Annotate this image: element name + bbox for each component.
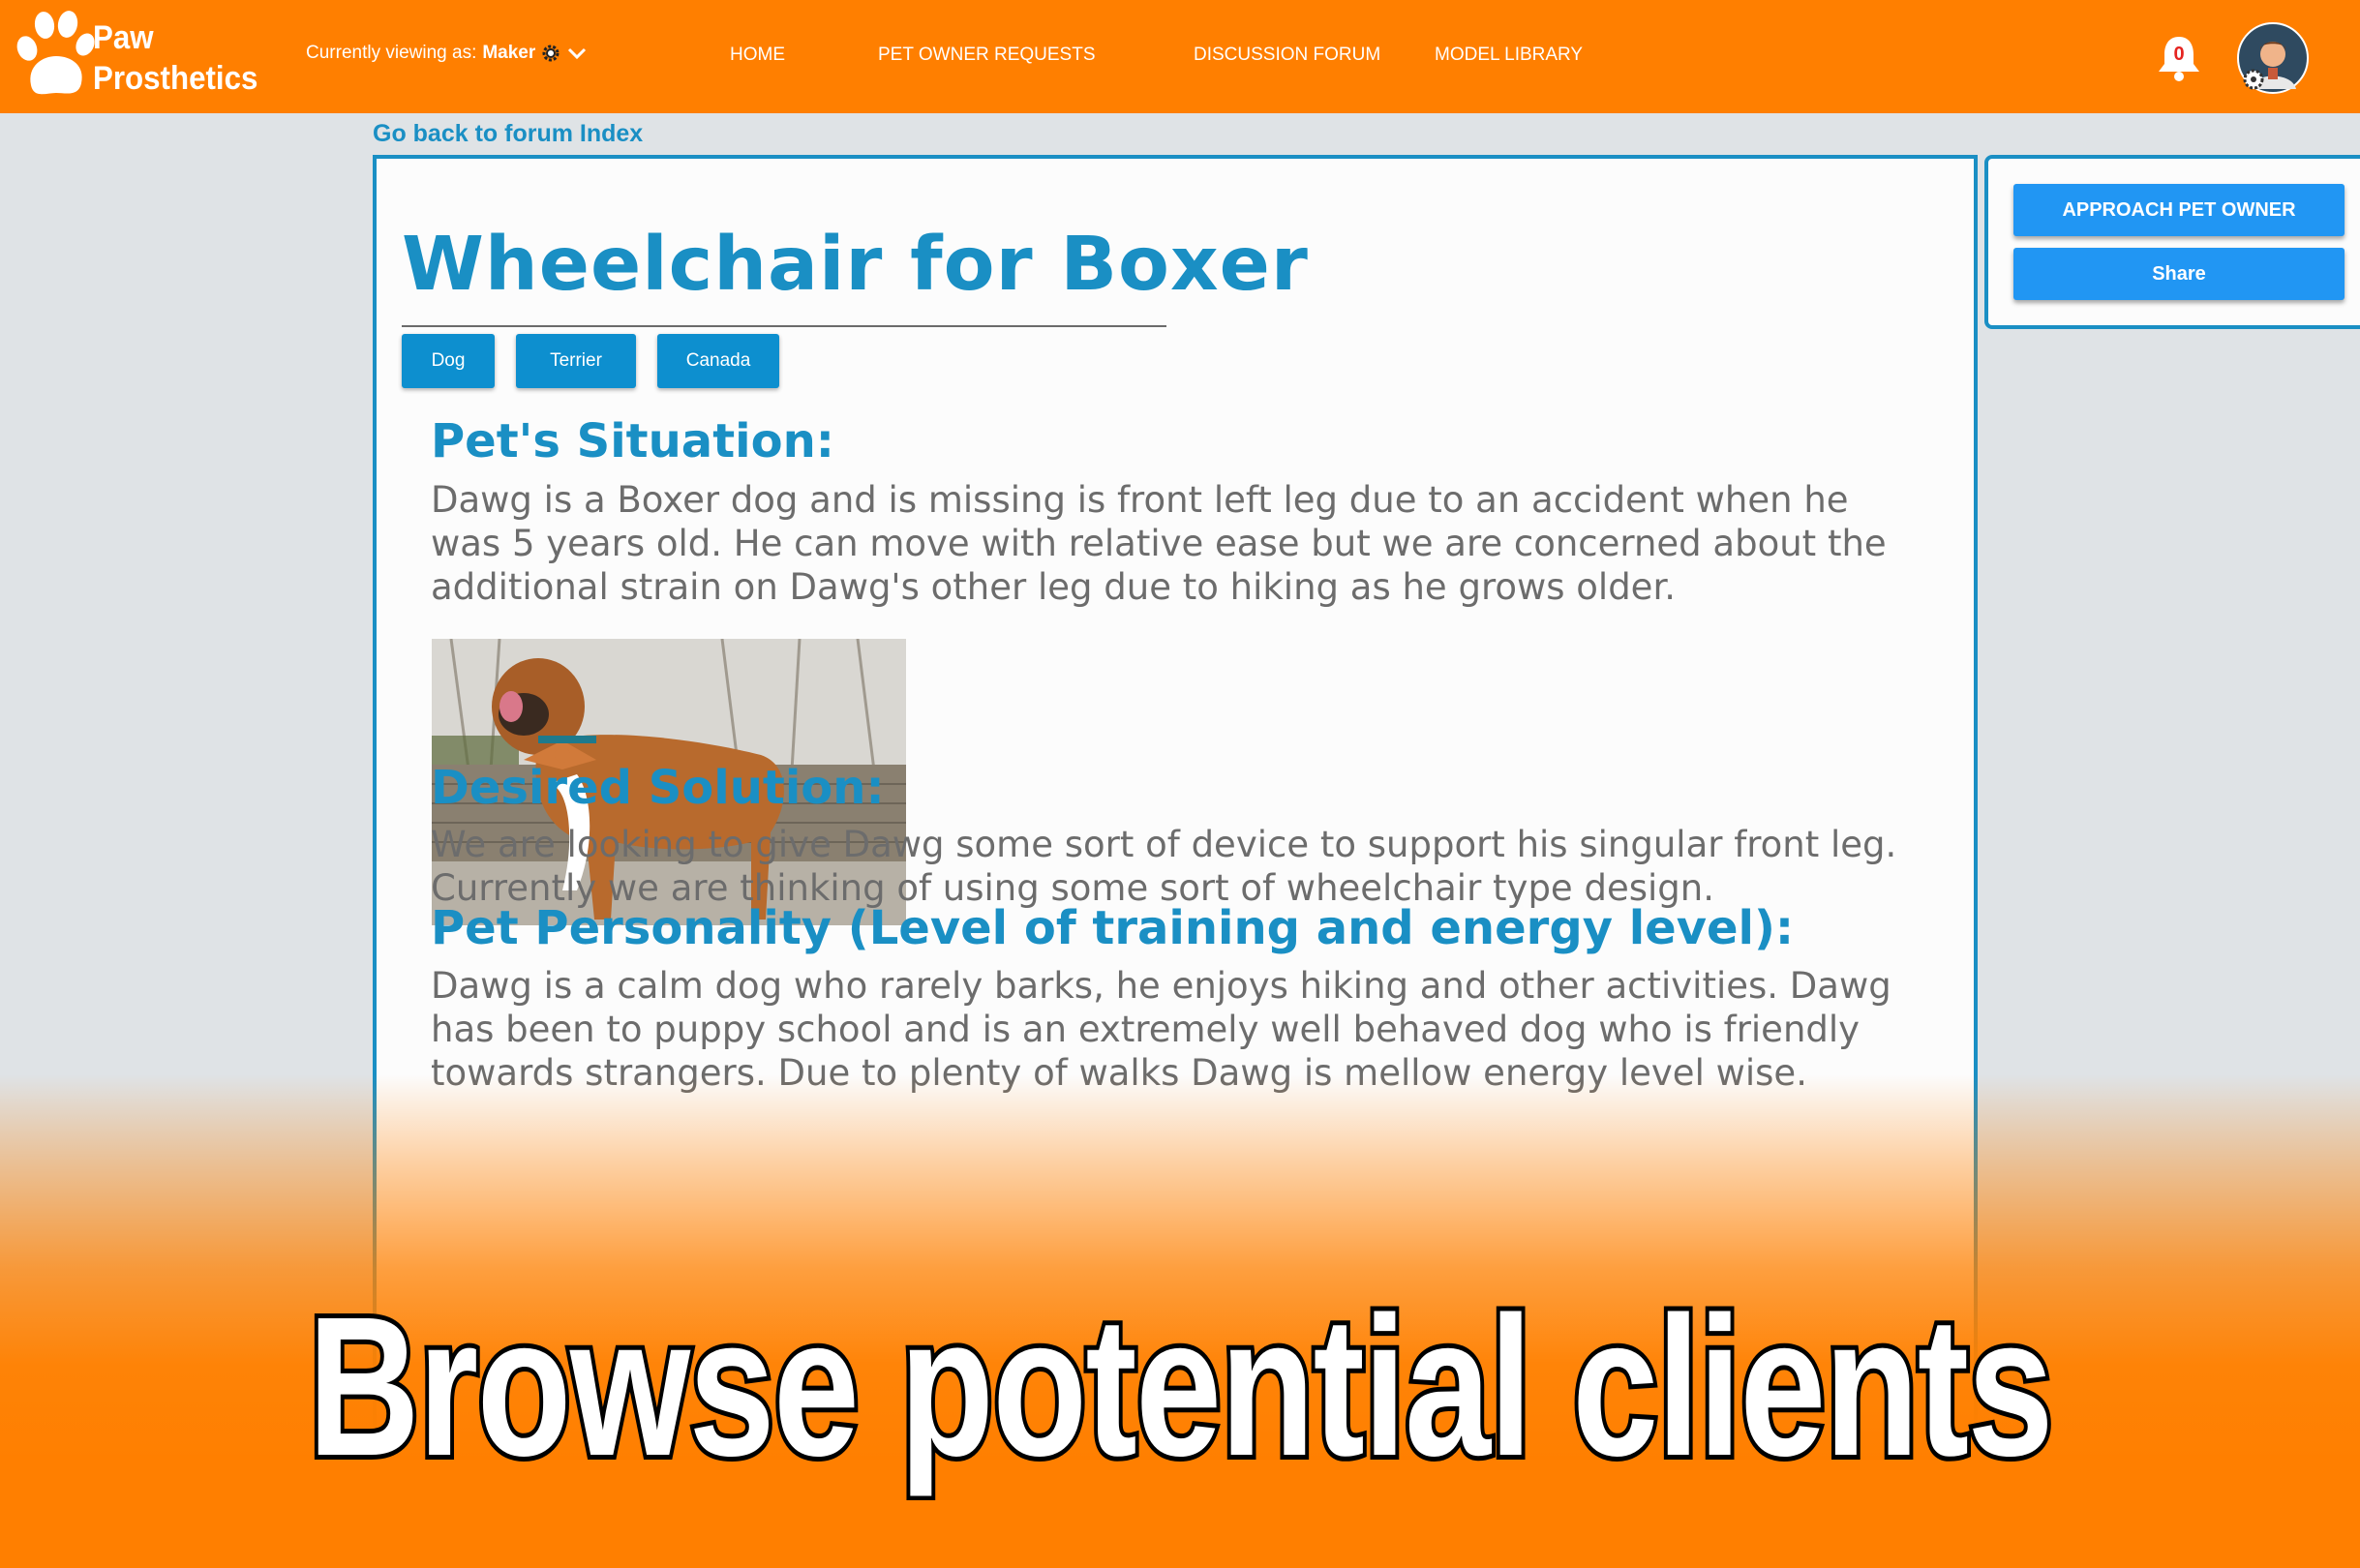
brand-name-line2: Prosthetics [93, 60, 258, 97]
nav-model-library[interactable]: MODEL LIBRARY [1435, 45, 1583, 66]
role-switcher-prefix: Currently viewing as: [306, 43, 477, 63]
tag-dog[interactable]: Dog [402, 334, 495, 388]
nav-home[interactable]: HOME [730, 45, 785, 66]
paw-logo-icon [16, 11, 95, 95]
situation-heading: Pet's Situation: [431, 414, 834, 468]
share-button[interactable]: Share [2013, 248, 2345, 300]
promo-caption: Browse potential clients [304, 1271, 2057, 1502]
tag-canada[interactable]: Canada [657, 334, 779, 388]
brand-name: Paw Prosthetics [93, 17, 257, 99]
user-avatar[interactable] [2236, 21, 2310, 95]
personality-heading: Pet Personality (Level of training and e… [431, 901, 1795, 955]
chevron-down-icon [568, 47, 587, 60]
personality-text: Dawg is a calm dog who rarely barks, he … [431, 965, 1891, 1094]
nav-pet-owner-requests[interactable]: PET OWNER REQUESTS [878, 45, 1096, 66]
brand-logo[interactable]: Paw Prosthetics [14, 10, 265, 102]
tag-terrier[interactable]: Terrier [516, 334, 636, 388]
solution-heading: Desired Solution: [431, 761, 885, 815]
brand-name-line1: Paw [93, 19, 154, 56]
user-avatar-icon [2237, 22, 2309, 94]
notifications-button[interactable]: 0 [2155, 33, 2203, 83]
approach-pet-owner-button[interactable]: APPROACH PET OWNER [2013, 184, 2345, 236]
current-role: Maker [482, 43, 536, 63]
back-to-forum-link[interactable]: Go back to forum Index [373, 120, 643, 148]
notification-count-badge: 0 [2173, 44, 2185, 65]
top-nav-bar: Paw Prosthetics Currently viewing as: Ma… [0, 0, 2360, 113]
situation-text: Dawg is a Boxer dog and is missing is fr… [431, 479, 1887, 608]
gear-icon [542, 45, 560, 62]
post-actions-panel: APPROACH PET OWNER Share [1984, 155, 2360, 329]
nav-discussion-forum[interactable]: DISCUSSION FORUM [1194, 45, 1380, 66]
role-switcher[interactable]: Currently viewing as: Maker [306, 43, 588, 64]
post-title: Wheelchair for Boxer [402, 217, 1308, 327]
solution-text: We are looking to give Dawg some sort of… [431, 824, 1897, 909]
